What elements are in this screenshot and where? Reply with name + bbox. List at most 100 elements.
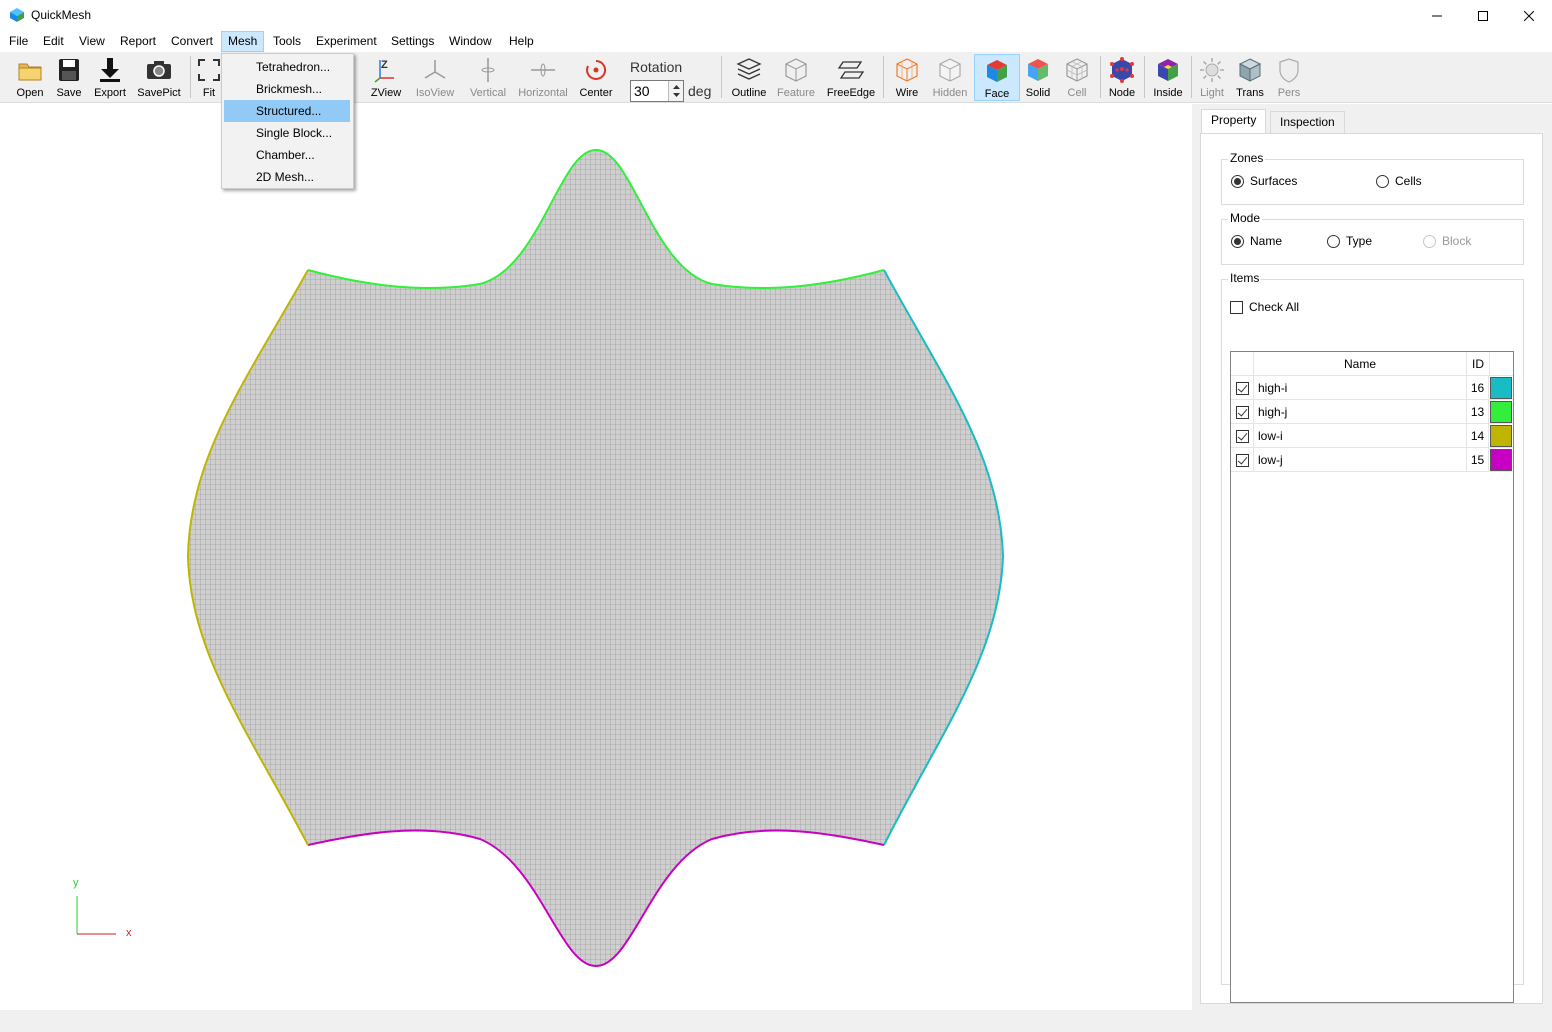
center-button[interactable]: Center bbox=[576, 54, 616, 101]
toolbar-separator bbox=[721, 56, 722, 98]
solid-cube-icon bbox=[1028, 59, 1048, 81]
row-color-swatch[interactable] bbox=[1490, 449, 1512, 471]
pers-label: Pers bbox=[1277, 87, 1301, 99]
items-table[interactable]: Name ID high-i 16 high-j 13 low-i 14 low… bbox=[1230, 351, 1514, 1003]
cell-mesh-icon bbox=[1066, 58, 1088, 82]
mesh-canvas[interactable]: y x bbox=[0, 104, 1192, 1010]
menu-item-tetrahedron[interactable]: Tetrahedron... bbox=[224, 56, 350, 78]
menu-experiment[interactable]: Experiment bbox=[310, 31, 383, 52]
horizontal-label: Horizontal bbox=[518, 87, 568, 99]
export-label: Export bbox=[94, 87, 126, 99]
minimize-button[interactable] bbox=[1414, 0, 1460, 31]
menu-mesh[interactable]: Mesh bbox=[221, 31, 265, 52]
open-button[interactable]: Open bbox=[9, 54, 51, 101]
tab-inspection[interactable]: Inspection bbox=[1270, 111, 1345, 134]
row-color-swatch[interactable] bbox=[1490, 377, 1512, 399]
inside-cube-icon bbox=[1158, 59, 1178, 81]
radio-surfaces[interactable]: Surfaces bbox=[1231, 174, 1297, 188]
feature-button[interactable]: Feature bbox=[774, 54, 818, 101]
freeedge-button[interactable]: FreeEdge bbox=[824, 54, 878, 101]
light-button[interactable]: Light bbox=[1196, 54, 1228, 101]
hidden-line-cube-icon bbox=[939, 58, 961, 82]
menu-item-2d-mesh[interactable]: 2D Mesh... bbox=[224, 166, 350, 188]
solid-button[interactable]: Solid bbox=[1022, 54, 1054, 101]
menu-convert[interactable]: Convert bbox=[165, 31, 219, 52]
outline-label: Outline bbox=[731, 87, 767, 99]
radio-name[interactable]: Name bbox=[1231, 234, 1282, 248]
isoview-label: IsoView bbox=[415, 87, 455, 99]
radio-type[interactable]: Type bbox=[1327, 234, 1372, 248]
menu-item-structured[interactable]: Structured... bbox=[224, 100, 350, 122]
close-button[interactable] bbox=[1506, 0, 1552, 31]
row-checkbox[interactable] bbox=[1235, 381, 1249, 395]
cell-button[interactable]: Cell bbox=[1060, 54, 1094, 101]
check-all-checkbox[interactable]: Check All bbox=[1230, 300, 1299, 314]
perspective-shield-icon bbox=[1279, 58, 1299, 83]
mode-title: Mode bbox=[1228, 211, 1263, 225]
open-label: Open bbox=[16, 87, 44, 99]
table-row[interactable]: high-i 16 bbox=[1231, 376, 1513, 400]
row-color-swatch[interactable] bbox=[1490, 401, 1512, 423]
row-color-swatch[interactable] bbox=[1490, 425, 1512, 447]
menu-edit[interactable]: Edit bbox=[37, 31, 70, 52]
face-button[interactable]: Face bbox=[974, 54, 1020, 101]
menu-item-brickmesh[interactable]: Brickmesh... bbox=[224, 78, 350, 100]
save-button[interactable]: Save bbox=[51, 54, 87, 101]
row-name: low-i bbox=[1254, 424, 1467, 448]
tab-property[interactable]: Property bbox=[1201, 109, 1267, 134]
node-cube-icon bbox=[1110, 57, 1134, 83]
maximize-button[interactable] bbox=[1460, 0, 1506, 31]
row-checkbox[interactable] bbox=[1235, 453, 1249, 467]
table-row[interactable]: low-i 14 bbox=[1231, 424, 1513, 448]
horizontal-button[interactable]: Horizontal bbox=[516, 54, 570, 101]
menu-view[interactable]: View bbox=[73, 31, 111, 52]
isoview-button[interactable]: IsoView bbox=[412, 54, 458, 101]
row-name: high-i bbox=[1254, 376, 1467, 400]
menu-window[interactable]: Window bbox=[443, 31, 498, 52]
savepict-button[interactable]: SavePict bbox=[135, 54, 183, 101]
radio-cells[interactable]: Cells bbox=[1376, 174, 1422, 188]
row-id: 15 bbox=[1467, 448, 1489, 472]
radio-block[interactable]: Block bbox=[1423, 234, 1471, 248]
inside-button[interactable]: Inside bbox=[1150, 54, 1186, 101]
freeedge-label: FreeEdge bbox=[826, 87, 876, 99]
inside-label: Inside bbox=[1153, 87, 1183, 99]
mesh-viewport[interactable]: y x bbox=[0, 104, 1192, 1010]
row-checkbox[interactable] bbox=[1235, 429, 1249, 443]
axis-triad: y x bbox=[73, 877, 132, 939]
zview-button[interactable]: Z ZView bbox=[366, 54, 406, 101]
wire-button[interactable]: Wire bbox=[889, 54, 925, 101]
menu-item-chamber[interactable]: Chamber... bbox=[224, 144, 350, 166]
row-checkbox[interactable] bbox=[1235, 405, 1249, 419]
table-row[interactable]: low-j 15 bbox=[1231, 448, 1513, 472]
table-header-name[interactable]: Name bbox=[1254, 352, 1467, 376]
node-button[interactable]: Node bbox=[1105, 54, 1139, 101]
cell-label: Cell bbox=[1067, 87, 1087, 99]
table-header-check bbox=[1231, 352, 1254, 376]
row-name: low-j bbox=[1254, 448, 1467, 472]
menu-item-single-block[interactable]: Single Block... bbox=[224, 122, 350, 144]
menu-settings[interactable]: Settings bbox=[385, 31, 440, 52]
export-button[interactable]: Export bbox=[90, 54, 130, 101]
pers-button[interactable]: Pers bbox=[1272, 54, 1306, 101]
trans-button[interactable]: Trans bbox=[1232, 54, 1268, 101]
menu-tools[interactable]: Tools bbox=[267, 31, 307, 52]
face-label: Face bbox=[984, 88, 1010, 100]
light-sun-icon bbox=[1200, 58, 1224, 82]
outline-button[interactable]: Outline bbox=[728, 54, 770, 101]
menu-report[interactable]: Report bbox=[114, 31, 162, 52]
rotation-spinner[interactable] bbox=[668, 81, 683, 101]
table-header-id[interactable]: ID bbox=[1467, 352, 1490, 376]
fit-button[interactable]: Fit bbox=[195, 54, 223, 101]
iso-view-icon bbox=[424, 60, 446, 79]
table-row[interactable]: high-j 13 bbox=[1231, 400, 1513, 424]
vertical-label: Vertical bbox=[469, 87, 507, 99]
transparent-cube-icon bbox=[1238, 58, 1262, 82]
menu-help[interactable]: Help bbox=[503, 31, 540, 52]
menu-file[interactable]: File bbox=[3, 31, 34, 52]
toolbar-separator bbox=[883, 56, 884, 98]
vertical-button[interactable]: Vertical bbox=[465, 54, 511, 101]
light-label: Light bbox=[1200, 87, 1224, 99]
radio-indicator bbox=[1231, 234, 1244, 248]
hidden-button[interactable]: Hidden bbox=[930, 54, 970, 101]
